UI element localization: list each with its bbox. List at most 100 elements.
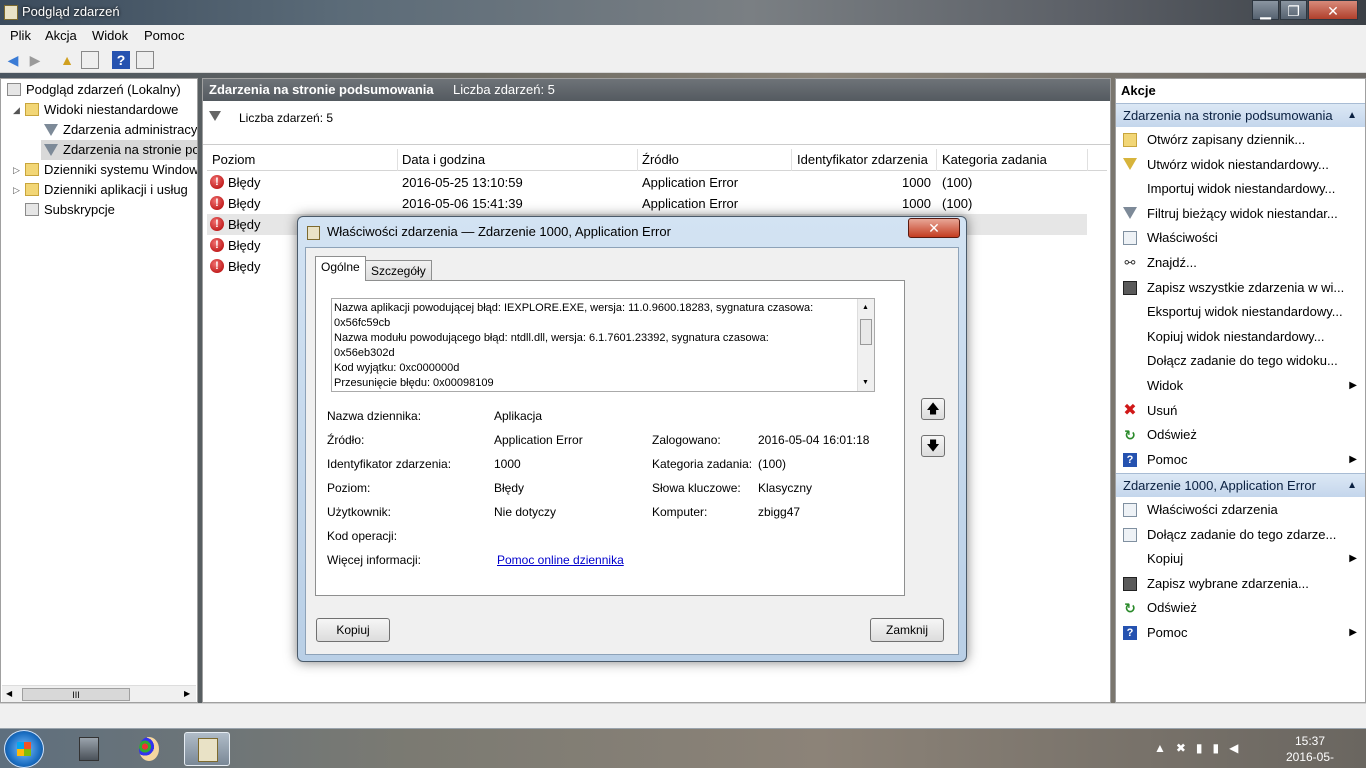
action-item[interactable]: Kopiuj ▶ (1116, 547, 1365, 571)
subscriptions-icon (25, 203, 39, 216)
action-item[interactable]: Dołącz zadanie do tego widoku... (1116, 349, 1365, 373)
folder-icon (25, 103, 39, 116)
action-item[interactable]: Zapisz wszystkie zdarzenia w wi... (1116, 276, 1365, 300)
menu-file[interactable]: Plik (10, 28, 31, 43)
table-row[interactable]: ! Błędy 2016-05-25 13:10:59 Application … (207, 172, 1087, 193)
col-date[interactable]: Data i godzina (402, 152, 485, 167)
menu-help[interactable]: Pomoc (144, 28, 184, 43)
menu-bar: Plik Akcja Widok Pomoc (0, 25, 1366, 47)
taskbar-app[interactable] (66, 732, 112, 766)
taskbar: ▲✖▮▮◀ 15:37 2016-05-26 (0, 728, 1366, 768)
collapse-icon[interactable]: ▲ (1347, 104, 1357, 128)
clock[interactable]: 15:37 2016-05-26 (1280, 733, 1340, 768)
taskbar-event-viewer[interactable] (184, 732, 230, 766)
scroll-left-icon[interactable]: ◀ (6, 689, 12, 698)
tree-horizontal-scrollbar[interactable]: ◀ III ▶ (2, 685, 196, 702)
section-title: Zdarzenia na stronie podsumowania (1123, 108, 1333, 123)
forward-arrow-icon[interactable]: ▶ (26, 51, 44, 69)
properties-icon (1123, 503, 1137, 517)
submenu-arrow-icon: ▶ (1349, 380, 1357, 391)
error-icon: ! (210, 217, 224, 231)
action-item[interactable]: Otwórz zapisany dziennik... (1116, 128, 1365, 152)
row-level: Błędy (228, 238, 261, 253)
taskbar-app[interactable] (126, 732, 172, 766)
up-folder-icon[interactable]: ▲ (58, 51, 76, 69)
collapsed-arrow-icon[interactable]: ▷ (13, 165, 20, 176)
more-info-label: Więcej informacji: (327, 553, 422, 567)
copy-button[interactable]: Kopiuj (316, 618, 390, 642)
scroll-thumb[interactable]: III (22, 688, 130, 701)
action-item[interactable]: Dołącz zadanie do tego zdarze... (1116, 523, 1365, 547)
tab-details[interactable]: Szczegóły (365, 260, 432, 281)
col-task-category[interactable]: Kategoria zadania (942, 152, 1047, 167)
close-dialog-button[interactable]: Zamknij (870, 618, 944, 642)
action-label: Zapisz wszystkie zdarzenia w wi... (1147, 279, 1345, 295)
action-item[interactable]: Widok ▶ (1116, 374, 1365, 398)
opcode-label: Kod operacji: (327, 529, 398, 543)
action-item[interactable]: Kopiuj widok niestandardowy... (1116, 325, 1365, 349)
system-tray[interactable]: ▲✖▮▮◀ (1154, 741, 1248, 755)
action-item[interactable]: Właściwości (1116, 226, 1365, 250)
action-item[interactable]: Eksportuj widok niestandardowy... (1116, 300, 1365, 324)
action-item[interactable]: Utwórz widok niestandardowy... (1116, 153, 1365, 177)
action-item[interactable]: ↻ Odśwież (1116, 423, 1365, 447)
action-item[interactable]: Filtruj bieżący widok niestandar... (1116, 202, 1365, 226)
action-item[interactable]: Importuj widok niestandardowy... (1116, 177, 1365, 201)
close-button[interactable]: ✕ (1308, 0, 1358, 20)
event-properties-dialog: Właściwości zdarzenia — Zdarzenie 1000, … (297, 216, 967, 662)
col-event-id[interactable]: Identyfikator zdarzenia (797, 152, 928, 167)
back-arrow-icon[interactable]: ◀ (4, 51, 22, 69)
row-level: Błędy (228, 217, 261, 232)
action-item[interactable]: ⚯ Znajdź... (1116, 251, 1365, 275)
show-tree-icon[interactable] (81, 51, 99, 69)
col-source[interactable]: Źródło (642, 152, 679, 167)
submenu-arrow-icon: ▶ (1349, 553, 1357, 565)
tree-summary-events[interactable]: Zdarzenia na stronie podsumowania (41, 140, 197, 160)
start-button[interactable] (4, 730, 44, 768)
action-item[interactable]: ? Pomoc ▶ (1116, 448, 1365, 472)
actions-section-event[interactable]: Zdarzenie 1000, Application Error ▲ (1116, 473, 1365, 497)
scroll-thumb[interactable] (860, 319, 872, 345)
description-scrollbar[interactable]: ▲ ▼ (857, 299, 874, 391)
dialog-body: Ogólne Szczegóły Nazwa aplikacji powoduj… (305, 247, 959, 655)
maximize-button[interactable]: ❐ (1280, 0, 1307, 20)
online-help-link[interactable]: Pomoc online dziennika (497, 553, 624, 567)
action-item[interactable]: ✖ Usuń (1116, 399, 1365, 423)
collapsed-arrow-icon[interactable]: ▷ (13, 185, 20, 196)
error-icon: ! (210, 175, 224, 189)
event-description[interactable]: Nazwa aplikacji powodującej błąd: IEXPLO… (331, 298, 875, 392)
show-actions-icon[interactable] (136, 51, 154, 69)
scroll-right-icon[interactable]: ▶ (184, 689, 190, 698)
tree-custom-views[interactable]: Widoki niestandardowe (25, 100, 178, 120)
table-row[interactable]: ! Błędy 2016-05-06 15:41:39 Application … (207, 193, 1087, 214)
action-item[interactable]: Zapisz wybrane zdarzenia... (1116, 572, 1365, 596)
collapse-icon[interactable]: ▲ (1347, 474, 1357, 498)
help-icon[interactable]: ? (112, 51, 130, 69)
next-event-button[interactable]: 🡇 (921, 435, 945, 457)
action-item[interactable]: ↻ Odśwież (1116, 596, 1365, 620)
col-level[interactable]: Poziom (212, 152, 255, 167)
scroll-up-icon[interactable]: ▲ (862, 300, 869, 315)
dialog-close-button[interactable]: ✕ (908, 218, 960, 238)
tree-app-logs[interactable]: Dzienniki aplikacji i usług (25, 180, 188, 200)
tab-general[interactable]: Ogólne (315, 256, 366, 281)
menu-view[interactable]: Widok (92, 28, 128, 43)
keywords-label: Słowa kluczowe: (652, 481, 741, 495)
expanded-arrow-icon[interactable]: ◢ (13, 105, 20, 116)
tree-subscriptions[interactable]: Subskrypcje (25, 200, 115, 220)
action-label: Otwórz zapisany dziennik... (1147, 132, 1306, 147)
action-item[interactable]: Właściwości zdarzenia (1116, 498, 1365, 522)
scroll-down-icon[interactable]: ▼ (862, 375, 869, 390)
tree-windows-logs[interactable]: Dzienniki systemu Windows (25, 160, 197, 180)
folder-icon (25, 183, 39, 196)
arrow-up-icon: 🡅 (926, 401, 940, 416)
tree-admin-events[interactable]: Zdarzenia administracyjne (44, 120, 197, 140)
title-bar: Podgląd zdarzeń ▁ ❐ ✕ (0, 0, 1366, 25)
previous-event-button[interactable]: 🡅 (921, 398, 945, 420)
tree-root[interactable]: Podgląd zdarzeń (Lokalny) (7, 80, 181, 100)
action-item[interactable]: ? Pomoc ▶ (1116, 621, 1365, 645)
event-viewer-icon (4, 5, 18, 20)
minimize-button[interactable]: ▁ (1252, 0, 1279, 20)
actions-section-summary[interactable]: Zdarzenia na stronie podsumowania ▲ (1116, 103, 1365, 127)
menu-action[interactable]: Akcja (45, 28, 77, 43)
